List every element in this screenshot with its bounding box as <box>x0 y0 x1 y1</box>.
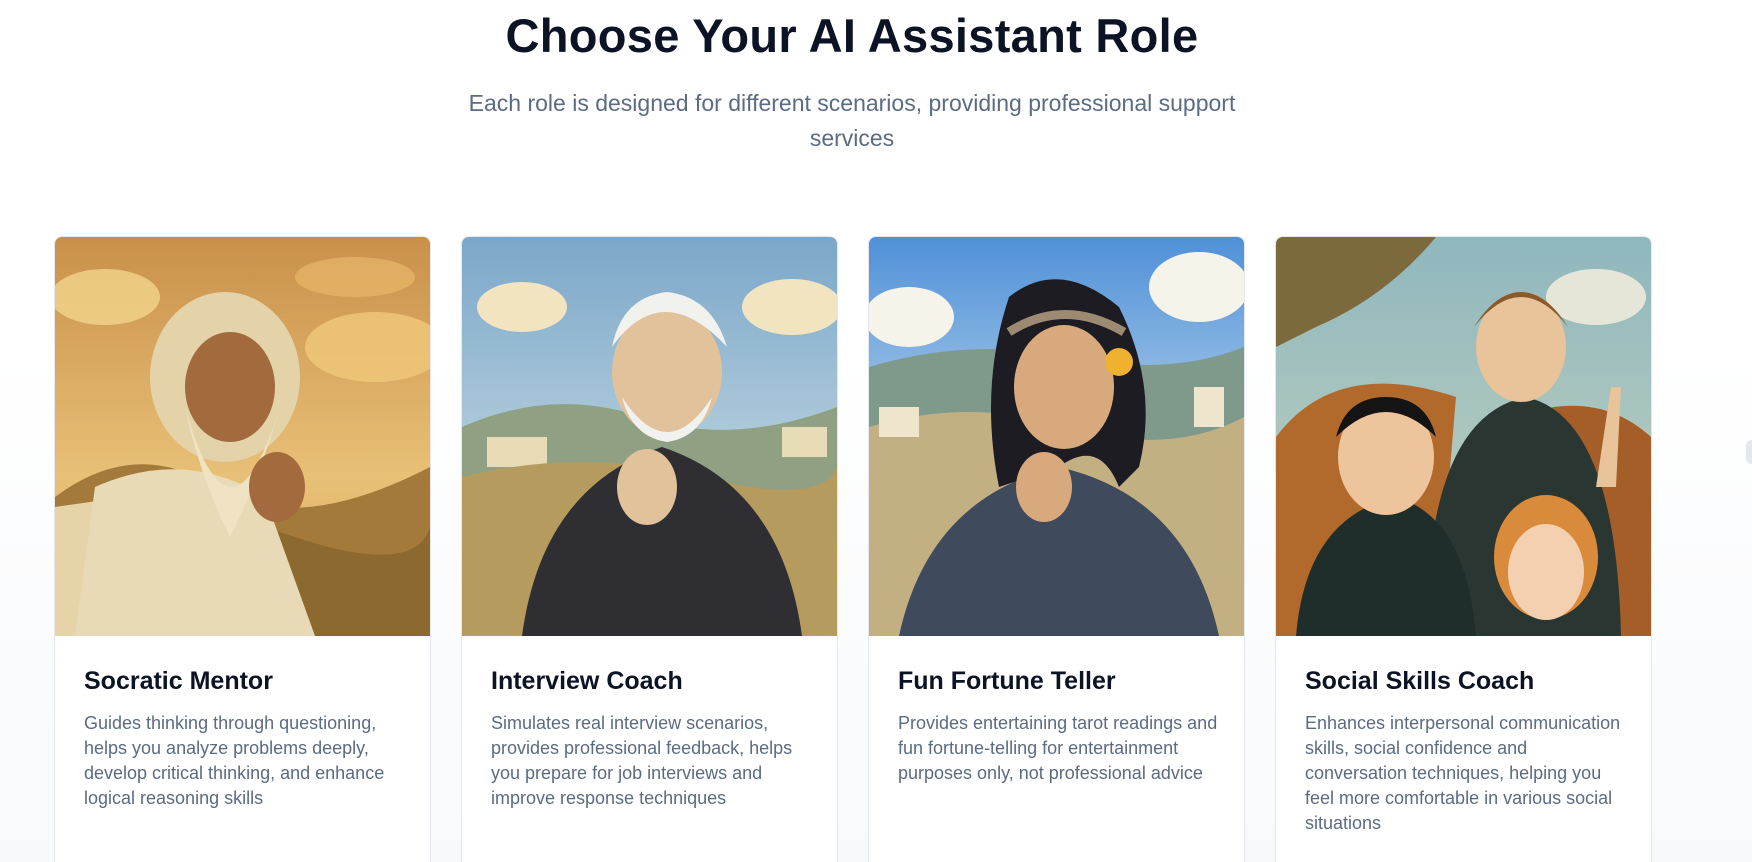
fun-fortune-teller-image <box>869 237 1244 636</box>
scroll-indicator <box>1746 440 1752 464</box>
role-title: Interview Coach <box>491 667 683 695</box>
role-description: Simulates real interview scenarios, prov… <box>491 713 793 808</box>
social-skills-coach-image <box>1276 237 1651 636</box>
page-subtitle: Each role is designed for different scen… <box>468 90 1236 151</box>
role-description: Enhances interpersonal communication ski… <box>1305 713 1621 833</box>
socratic-mentor-image <box>55 237 430 636</box>
role-title: Fun Fortune Teller <box>898 667 1116 695</box>
role-card-fun-fortune-teller[interactable]: Fun Fortune Teller Provides entertaining… <box>868 236 1245 862</box>
role-card-socratic-mentor[interactable]: Socratic Mentor Guides thinking through … <box>54 236 431 862</box>
role-description: Guides thinking through questioning, hel… <box>84 713 385 808</box>
page-title: Choose Your AI Assistant Role <box>505 9 1199 62</box>
interview-coach-image <box>462 237 837 636</box>
role-title: Social Skills Coach <box>1305 667 1535 695</box>
role-title: Socratic Mentor <box>84 667 273 695</box>
role-description: Provides entertaining tarot readings and… <box>898 713 1218 783</box>
role-card-social-skills-coach[interactable]: Social Skills Coach Enhances interperson… <box>1275 236 1652 862</box>
role-selection-page: Choose Your AI Assistant Role Each role … <box>0 0 1752 862</box>
role-card-interview-coach[interactable]: Interview Coach Simulates real interview… <box>461 236 838 862</box>
